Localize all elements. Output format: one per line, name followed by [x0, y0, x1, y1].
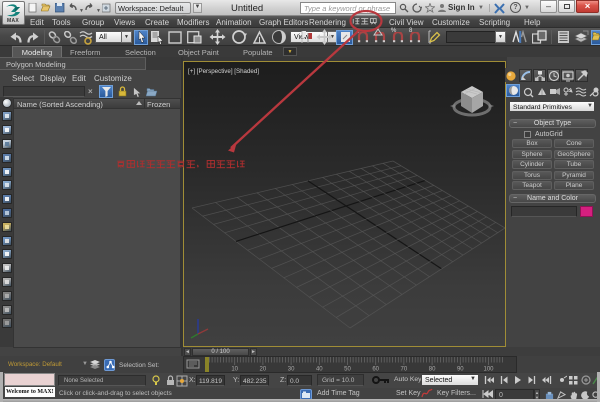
svg-text:100: 100	[483, 367, 494, 373]
svg-text:50: 50	[344, 367, 351, 373]
svg-text:40: 40	[316, 367, 323, 373]
svg-text:10: 10	[231, 367, 238, 373]
svg-text:80: 80	[429, 367, 436, 373]
svg-text:30: 30	[288, 367, 295, 373]
svg-text:20: 20	[260, 367, 267, 373]
svg-text:90: 90	[457, 367, 464, 373]
svg-text:70: 70	[401, 367, 408, 373]
svg-text:60: 60	[372, 367, 379, 373]
